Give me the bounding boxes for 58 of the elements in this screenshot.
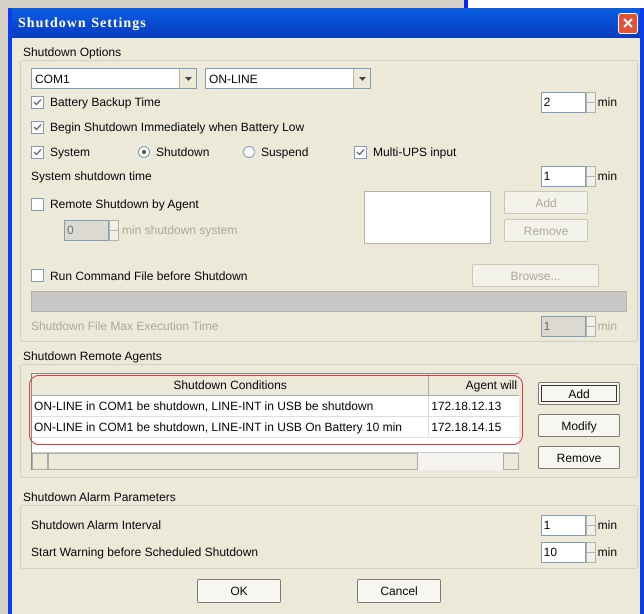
table-cell: ON-LINE in COM1 be shutdown, LINE-INT in USB On Battery 10 min (32, 417, 430, 437)
button[interactable]: Cancel (357, 579, 441, 603)
unit-label: min (598, 517, 617, 534)
checkbox-label: Multi-UPS input (373, 144, 456, 161)
field-label: min shutdown system (122, 222, 238, 239)
number-field[interactable]: 2 (540, 92, 586, 112)
table-cell-text: 172.18.14.15 (430, 419, 502, 436)
column-header[interactable]: Shutdown Conditions (32, 374, 430, 395)
table-cell: ON-LINE in COM1 be shutdown, LINE-INT in USB be shutdown (32, 396, 430, 416)
table-cell-text: 172.18.12.13 (430, 398, 502, 415)
checkbox[interactable] (354, 146, 367, 158)
checkbox-label: Remote Shutdown by Agent (50, 196, 199, 213)
checkbox[interactable] (31, 96, 44, 108)
close-icon[interactable] (618, 12, 638, 34)
field-label: Shutdown File Max Execution Time (31, 318, 218, 335)
column-header[interactable]: Agent will (429, 374, 519, 395)
spinner-arrows-icon[interactable] (586, 514, 596, 536)
button[interactable]: Modify (538, 414, 620, 437)
checkbox-label: Run Command File before Shutdown (50, 268, 248, 284)
radio-button[interactable] (243, 146, 255, 158)
checkbox[interactable] (31, 146, 44, 158)
agent-list-box[interactable] (364, 191, 491, 244)
checkbox[interactable] (31, 120, 44, 134)
unit-label: min (598, 168, 617, 185)
path-field[interactable] (31, 291, 627, 312)
spinner-arrows-icon[interactable] (109, 220, 119, 240)
radio-button[interactable] (138, 146, 150, 158)
field-label: Start Warning before Scheduled Shutdown (31, 544, 258, 561)
unit-label: min (598, 94, 617, 111)
field-label: System shutdown time (31, 168, 152, 185)
dropdown[interactable]: COM1 (31, 68, 197, 89)
scrollbar-thumb[interactable] (48, 453, 418, 470)
field-label: Shutdown Alarm Interval (31, 517, 162, 534)
button[interactable]: Add (538, 382, 620, 405)
group-label: Shutdown Remote Agents (22, 349, 163, 363)
radio-label: Shutdown (156, 144, 210, 161)
button[interactable]: Remove (538, 446, 620, 469)
checkbox-label: System (50, 144, 90, 161)
unit-label: min (598, 318, 617, 335)
scroll-right-icon[interactable] (503, 453, 519, 470)
horizontal-scrollbar[interactable] (32, 452, 519, 470)
spinner-arrows-icon[interactable] (586, 542, 596, 562)
checkbox-label: Battery Backup Time (50, 94, 161, 111)
radio-label: Suspend (261, 144, 308, 161)
group-label: Shutdown Alarm Parameters (22, 490, 177, 504)
number-field[interactable]: 10 (540, 542, 586, 562)
spinner-arrows-icon[interactable] (586, 92, 596, 112)
spinner-arrows-icon[interactable] (586, 166, 596, 186)
unit-label: min (598, 544, 617, 561)
checkbox-label: Begin Shutdown Immediately when Battery Low (50, 119, 304, 136)
group-label: Shutdown Options (22, 45, 122, 59)
number-field[interactable]: 1 (540, 514, 586, 536)
dropdown[interactable]: ON-LINE (205, 68, 371, 89)
button[interactable]: OK (197, 579, 281, 603)
number-field[interactable]: 1 (540, 166, 586, 186)
window-title: Shutdown Settings (18, 14, 147, 32)
scroll-left-icon[interactable] (32, 453, 48, 470)
spinner-arrows-icon[interactable] (586, 316, 596, 336)
